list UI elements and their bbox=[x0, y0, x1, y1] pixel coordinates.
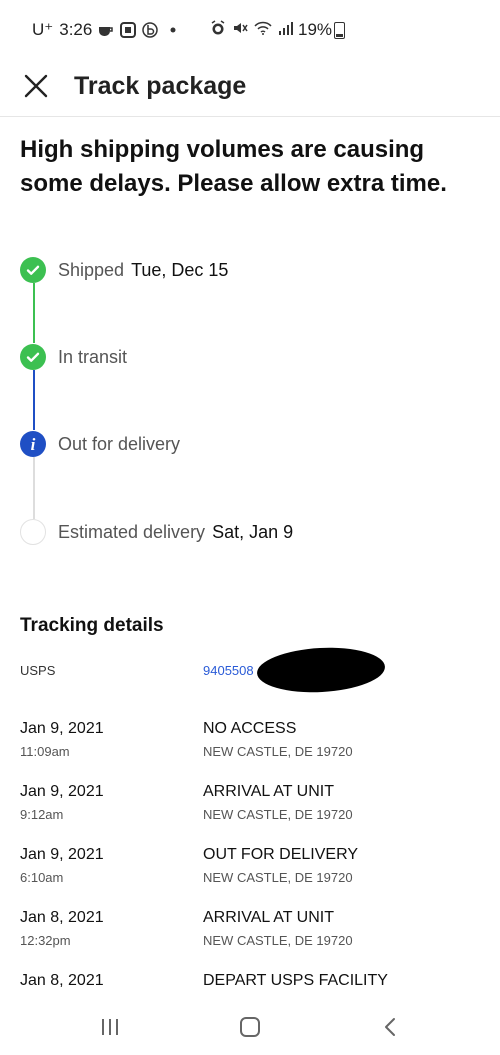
status-bar: U⁺ 3:26 19% bbox=[0, 0, 500, 58]
timeline-step-out-for-delivery: i Out for delivery bbox=[20, 430, 180, 458]
home-button[interactable] bbox=[230, 1012, 270, 1042]
event-date: Jan 9, 2021 bbox=[20, 846, 104, 863]
event-location: NEW CASTLE, DE 19720 bbox=[203, 933, 353, 948]
event-location: NEW CASTLE, DE 19720 bbox=[203, 744, 353, 759]
alarm-icon bbox=[210, 20, 226, 36]
timeline-segment-shipped bbox=[33, 283, 35, 343]
status-bar-right bbox=[210, 20, 294, 36]
tracking-number-link[interactable]: 9405508 bbox=[203, 663, 254, 678]
event-time: 12:32pm bbox=[20, 933, 71, 948]
wifi-icon bbox=[254, 21, 272, 35]
event-date: Jan 9, 2021 bbox=[20, 783, 104, 800]
step-label: Out for delivery bbox=[58, 433, 181, 454]
tracking-details-heading: Tracking details bbox=[20, 615, 164, 636]
redaction-mark bbox=[255, 644, 387, 696]
battery-level: 19% bbox=[298, 20, 333, 39]
event-time: 11:09am bbox=[20, 744, 70, 759]
step-label: Estimated delivery bbox=[58, 521, 206, 542]
recent-apps-button[interactable] bbox=[90, 1012, 130, 1042]
info-icon: i bbox=[20, 431, 46, 457]
check-icon bbox=[20, 257, 46, 283]
tracking-event: Jan 9, 2021 11:09am NO ACCESS NEW CASTLE… bbox=[0, 720, 500, 770]
system-nav-bar bbox=[0, 1000, 500, 1055]
back-button[interactable] bbox=[370, 1012, 410, 1042]
tracking-event: Jan 9, 2021 6:10am OUT FOR DELIVERY NEW … bbox=[0, 846, 500, 896]
clock: 3:26 bbox=[59, 20, 93, 39]
event-status: ARRIVAL AT UNIT bbox=[203, 909, 334, 926]
timeline-segment-transit bbox=[33, 370, 35, 430]
step-label: In transit bbox=[58, 346, 128, 367]
event-time: 9:12am bbox=[20, 807, 64, 822]
event-date: Jan 9, 2021 bbox=[20, 720, 104, 737]
tracking-event: Jan 8, 2021 DEPART USPS FACILITY bbox=[0, 972, 500, 998]
signal-icon bbox=[278, 21, 294, 35]
carrier-label: U⁺ bbox=[32, 20, 54, 39]
back-icon bbox=[385, 1018, 395, 1036]
step-date: Sat, Jan 9 bbox=[212, 521, 294, 542]
home-icon bbox=[240, 1017, 260, 1037]
event-date: Jan 8, 2021 bbox=[20, 972, 104, 989]
event-location: NEW CASTLE, DE 19720 bbox=[203, 870, 353, 885]
app-header: Track package bbox=[0, 58, 500, 117]
pending-circle-icon bbox=[20, 519, 46, 545]
event-status: OUT FOR DELIVERY bbox=[203, 846, 358, 863]
close-icon bbox=[24, 74, 48, 98]
b-app-icon bbox=[142, 22, 159, 38]
close-button[interactable] bbox=[18, 68, 54, 104]
event-location: NEW CASTLE, DE 19720 bbox=[203, 807, 353, 822]
event-status: DEPART USPS FACILITY bbox=[203, 972, 388, 989]
step-label: Shipped bbox=[58, 259, 125, 280]
page-title: Track package bbox=[74, 72, 247, 100]
timeline-step-shipped: Shipped Tue, Dec 15 bbox=[20, 256, 228, 284]
mute-icon bbox=[232, 20, 248, 36]
coffee-icon bbox=[98, 23, 114, 37]
shipment-timeline: Shipped Tue, Dec 15 In transit i Out for… bbox=[0, 250, 500, 560]
tracking-event: Jan 8, 2021 12:32pm ARRIVAL AT UNIT NEW … bbox=[0, 909, 500, 959]
timeline-step-in-transit: In transit bbox=[20, 343, 127, 371]
event-date: Jan 8, 2021 bbox=[20, 909, 104, 926]
event-status: NO ACCESS bbox=[203, 720, 297, 737]
check-icon bbox=[20, 344, 46, 370]
timeline-segment-delivery bbox=[33, 457, 35, 519]
timeline-step-estimated-delivery: Estimated delivery Sat, Jan 9 bbox=[20, 518, 293, 546]
tracking-event: Jan 9, 2021 9:12am ARRIVAL AT UNIT NEW C… bbox=[0, 783, 500, 833]
battery-icon bbox=[334, 22, 345, 39]
delay-banner: High shipping volumes are causing some d… bbox=[20, 136, 447, 197]
carrier-name: USPS bbox=[20, 663, 56, 678]
recent-apps-icon bbox=[102, 1019, 118, 1035]
step-date: Tue, Dec 15 bbox=[131, 259, 229, 280]
dot-icon bbox=[170, 27, 176, 33]
event-status: ARRIVAL AT UNIT bbox=[203, 783, 334, 800]
square-app-icon bbox=[120, 22, 137, 38]
status-bar-left: U⁺ 3:26 bbox=[32, 20, 176, 40]
event-time: 6:10am bbox=[20, 870, 64, 885]
